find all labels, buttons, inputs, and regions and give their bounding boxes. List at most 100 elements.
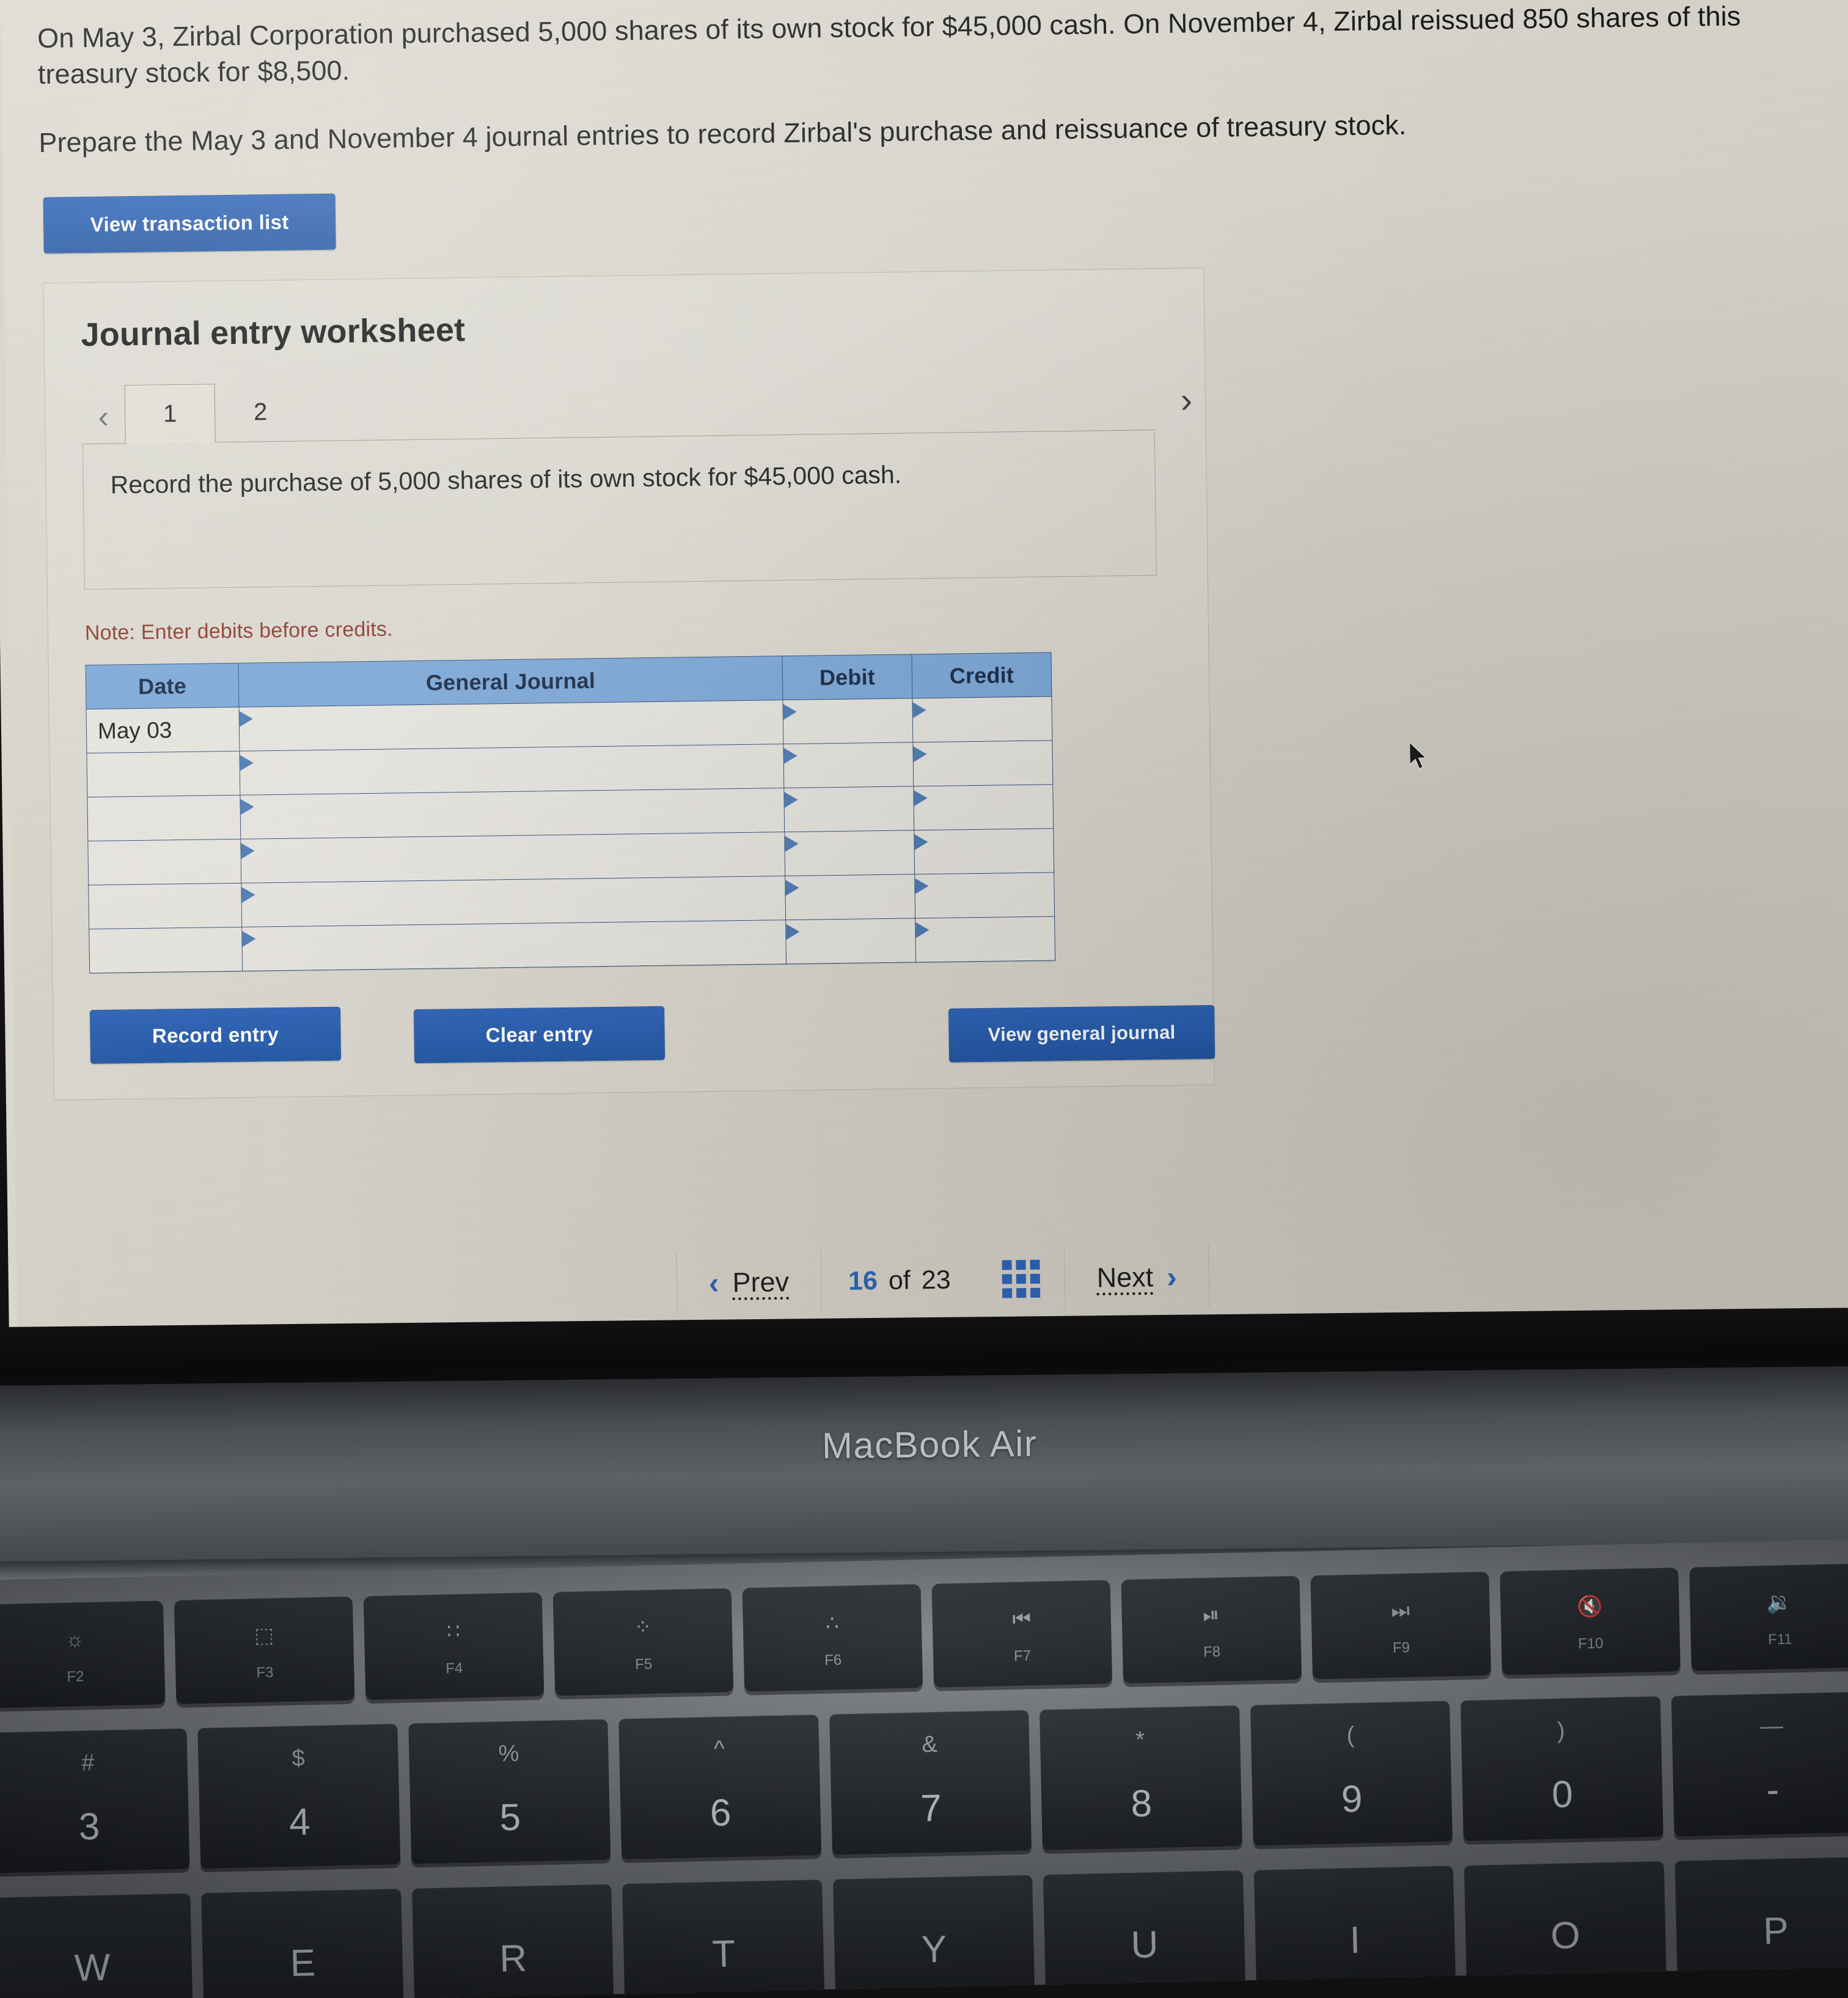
key-f8-label: F8 xyxy=(1203,1643,1221,1661)
cell-credit-5[interactable] xyxy=(914,873,1055,919)
current-page-number: 16 xyxy=(848,1265,878,1296)
cell-date-5[interactable] xyxy=(88,883,242,929)
view-transaction-list-button[interactable]: View transaction list xyxy=(43,193,336,254)
cell-debit-2[interactable] xyxy=(783,742,914,788)
key-7[interactable]: & 7 xyxy=(829,1710,1032,1855)
key-minus[interactable]: — - xyxy=(1671,1691,1848,1837)
cell-date-6[interactable] xyxy=(89,927,243,973)
key-f5[interactable]: ⁘ F5 xyxy=(552,1588,734,1696)
key-e[interactable]: E xyxy=(201,1889,405,1998)
cell-credit-6[interactable] xyxy=(915,917,1055,963)
key-o-label: O xyxy=(1550,1914,1581,1957)
key-f10[interactable]: 🔇 F10 xyxy=(1500,1567,1681,1675)
fast-forward-icon: ⏭ xyxy=(1390,1599,1410,1623)
key-f2[interactable]: ☼ F2 xyxy=(0,1600,166,1708)
cell-general-journal-6[interactable] xyxy=(241,920,787,972)
cell-debit-4[interactable] xyxy=(784,830,915,876)
key-4[interactable]: $ 4 xyxy=(197,1724,401,1869)
cell-general-journal-5[interactable] xyxy=(241,876,786,928)
key-f7-label: F7 xyxy=(1013,1647,1032,1665)
cell-credit-4[interactable] xyxy=(914,829,1054,875)
cell-general-journal-3[interactable] xyxy=(240,788,785,840)
cell-date-1[interactable]: May 03 xyxy=(86,707,240,753)
key-p[interactable]: P xyxy=(1674,1856,1848,1998)
column-header-date: Date xyxy=(86,663,239,709)
grid-view-icon[interactable] xyxy=(1002,1259,1041,1298)
next-page-button[interactable]: Next › xyxy=(1065,1245,1209,1310)
cell-general-journal-2[interactable] xyxy=(239,744,784,796)
cell-debit-1[interactable] xyxy=(782,698,913,744)
key-f9[interactable]: ⏭ F9 xyxy=(1310,1572,1491,1680)
key-minus-shift-label: — xyxy=(1759,1713,1784,1740)
key-f7[interactable]: ⏮ F7 xyxy=(931,1579,1113,1688)
chevron-right-icon: › xyxy=(1166,1259,1178,1295)
key-t-label: T xyxy=(711,1933,736,1975)
worksheet-tab-1[interactable]: 1 xyxy=(124,384,216,444)
column-header-credit: Credit xyxy=(911,653,1052,699)
worksheet-tab-2[interactable]: 2 xyxy=(215,382,306,442)
worksheet-prev-arrow-icon[interactable]: ‹ xyxy=(82,390,125,444)
key-7-shift-label: & xyxy=(922,1732,938,1758)
key-f6-label: F6 xyxy=(824,1652,842,1669)
page-counter: 16 of 23 xyxy=(821,1265,978,1297)
pager-divider-right xyxy=(1208,1245,1210,1309)
key-w-label: W xyxy=(74,1946,111,1989)
cell-debit-5[interactable] xyxy=(785,874,915,920)
clear-entry-button[interactable]: Clear entry xyxy=(414,1006,666,1064)
cell-general-journal-1[interactable] xyxy=(238,700,783,752)
assignment-page: On May 3, Zirbal Corporation purchased 5… xyxy=(0,0,1848,1298)
key-8[interactable]: * 8 xyxy=(1040,1705,1242,1851)
record-entry-button[interactable]: Record entry xyxy=(89,1006,342,1064)
key-f6[interactable]: ∴ F6 xyxy=(742,1584,923,1692)
cell-date-2[interactable] xyxy=(86,751,240,797)
key-5[interactable]: % 5 xyxy=(408,1719,611,1864)
key-r[interactable]: R xyxy=(412,1884,615,1998)
key-6[interactable]: ^ 6 xyxy=(618,1714,821,1860)
key-4-label: 4 xyxy=(288,1801,311,1844)
key-9-shift-label: ( xyxy=(1346,1722,1355,1749)
journal-entry-table: Date General Journal Debit Credit May 03 xyxy=(86,653,1055,974)
chevron-left-icon: ‹ xyxy=(708,1265,719,1300)
cell-credit-3[interactable] xyxy=(913,785,1054,831)
key-f10-label: F10 xyxy=(1577,1635,1604,1653)
key-u-label: U xyxy=(1130,1923,1159,1966)
key-r-label: R xyxy=(499,1937,527,1980)
key-y[interactable]: Y xyxy=(832,1875,1036,1998)
cell-general-journal-4[interactable] xyxy=(240,832,785,884)
keyboard-letter-row: W E R T Y U I O P xyxy=(0,1856,1848,1998)
view-general-journal-button[interactable]: View general journal xyxy=(948,1005,1216,1063)
volume-down-icon: 🔉 xyxy=(1766,1590,1793,1615)
key-i-label: I xyxy=(1349,1919,1361,1962)
play-pause-icon: ⏯ xyxy=(1202,1603,1220,1627)
key-f8[interactable]: ⏯ F8 xyxy=(1121,1575,1302,1684)
debits-before-credits-note: Note: Enter debits before credits. xyxy=(84,617,393,645)
cell-debit-6[interactable] xyxy=(785,918,916,964)
key-t[interactable]: T xyxy=(622,1879,825,1998)
key-8-label: 8 xyxy=(1130,1782,1153,1826)
key-w[interactable]: W xyxy=(0,1893,194,1998)
key-u[interactable]: U xyxy=(1043,1870,1246,1998)
cell-date-3[interactable] xyxy=(87,795,241,841)
key-0[interactable]: ) 0 xyxy=(1460,1696,1663,1842)
key-f3[interactable]: ⬚ F3 xyxy=(174,1596,355,1705)
key-3[interactable]: # 3 xyxy=(0,1728,190,1873)
total-page-number: 23 xyxy=(921,1265,951,1295)
key-4-shift-label: $ xyxy=(292,1745,306,1772)
cell-credit-2[interactable] xyxy=(912,741,1053,787)
cell-date-4[interactable] xyxy=(87,839,241,885)
prev-page-button[interactable]: ‹ Prev xyxy=(676,1250,821,1315)
cell-debit-3[interactable] xyxy=(783,786,914,832)
key-9[interactable]: ( 9 xyxy=(1250,1700,1453,1846)
page-of-label: of xyxy=(888,1265,911,1295)
worksheet-next-arrow-icon[interactable]: › xyxy=(1180,380,1192,421)
key-f4[interactable]: ∷ F4 xyxy=(363,1592,544,1700)
keyboard-number-row: # 3 $ 4 % 5 ^ 6 & 7 * 8 (9) 0 — - xyxy=(0,1691,1848,1873)
launchpad-icon: ∷ xyxy=(446,1620,461,1644)
cell-credit-1[interactable] xyxy=(912,697,1052,743)
key-i[interactable]: I xyxy=(1253,1865,1456,1998)
brightness-down-icon: ☼ xyxy=(65,1628,85,1652)
key-f11[interactable]: 🔉 F11 xyxy=(1689,1563,1848,1671)
key-6-label: 6 xyxy=(710,1791,732,1835)
key-o[interactable]: O xyxy=(1464,1861,1667,1998)
mute-icon: 🔇 xyxy=(1577,1595,1604,1619)
